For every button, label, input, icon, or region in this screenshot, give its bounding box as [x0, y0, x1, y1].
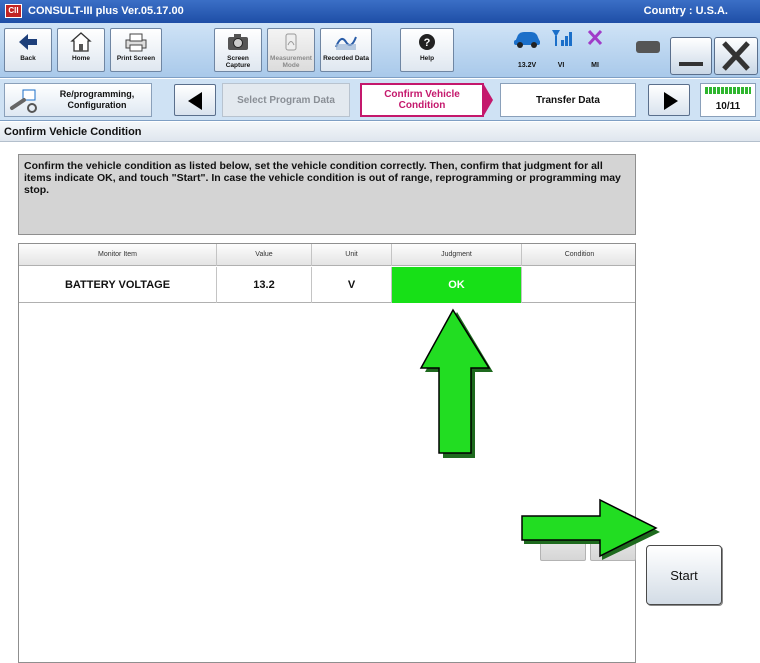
- minimize-icon: [679, 62, 703, 66]
- reprogramming-configuration-button[interactable]: Re/programming, Configuration: [4, 83, 152, 117]
- title-bar: CII CONSULT-III plus Ver.05.17.00 Countr…: [0, 0, 760, 23]
- screen-capture-button[interactable]: Screen Capture: [214, 28, 262, 72]
- signal-icon: [552, 30, 572, 46]
- step-counter: 10/11: [715, 101, 741, 112]
- vi-label: VI: [557, 62, 565, 69]
- disconnected-icon: [587, 29, 603, 46]
- column-header-value: Value: [217, 244, 312, 266]
- monitor-table: Monitor Item Value Unit Judgment Conditi…: [18, 243, 636, 663]
- app-title: CONSULT-III plus Ver.05.17.00: [28, 5, 184, 17]
- home-button-label: Home: [71, 55, 91, 62]
- step-select-program-data: Select Program Data: [222, 83, 350, 117]
- help-button-label: Help: [419, 55, 435, 62]
- measurement-mode-button[interactable]: Measurement Mode: [267, 28, 315, 72]
- home-button[interactable]: Home: [57, 28, 105, 72]
- printer-icon: [111, 29, 161, 55]
- arrow-right-icon: [664, 92, 678, 110]
- measurement-mode-label: Measurement Mode: [270, 55, 312, 69]
- car-icon: [514, 32, 540, 48]
- country-label: Country : U.S.A.: [643, 5, 728, 17]
- page-title: Confirm Vehicle Condition: [0, 122, 760, 142]
- step-progress-indicator: 10/11: [700, 83, 756, 117]
- cell-monitor-item: BATTERY VOLTAGE: [19, 267, 217, 303]
- toolbar: Back Home Print Screen Screen Capture Me…: [0, 23, 760, 78]
- cell-judgment-ok: OK: [392, 267, 522, 303]
- column-header-monitor-item: Monitor Item: [19, 244, 217, 266]
- close-icon: [722, 41, 750, 71]
- step-transfer-data: Transfer Data: [500, 83, 636, 117]
- recorded-data-button[interactable]: Recorded Data: [320, 28, 372, 72]
- wrench-icon: [10, 89, 37, 113]
- close-button[interactable]: [714, 37, 758, 75]
- battery-voltage-status: 13.2V: [517, 62, 537, 69]
- progress-bars: [705, 87, 751, 94]
- print-screen-button[interactable]: Print Screen: [110, 28, 162, 72]
- cell-value: 13.2: [217, 267, 312, 303]
- step-navigation-bar: Re/programming, Configuration Select Pro…: [0, 79, 760, 121]
- page-down-button[interactable]: [590, 523, 636, 561]
- back-button-label: Back: [20, 55, 36, 62]
- svg-text:?: ?: [424, 37, 431, 49]
- back-button[interactable]: Back: [4, 28, 52, 72]
- help-button[interactable]: ? Help: [400, 28, 454, 72]
- cell-condition: [522, 267, 637, 303]
- print-screen-label: Print Screen: [116, 55, 156, 62]
- recorded-data-label: Recorded Data: [323, 55, 369, 62]
- instruction-text: Confirm the vehicle condition as listed …: [18, 154, 636, 235]
- battery-icon: [636, 41, 660, 53]
- column-header-unit: Unit: [312, 244, 392, 266]
- vehicle-status: 13.2V: [512, 27, 542, 73]
- camera-icon: [215, 29, 261, 55]
- table-header-row: Monitor Item Value Unit Judgment Conditi…: [19, 244, 635, 266]
- home-icon: [58, 29, 104, 55]
- screen-capture-label: Screen Capture: [225, 55, 251, 69]
- status-area: 13.2V VI MI: [512, 27, 626, 73]
- help-icon: ?: [401, 29, 453, 55]
- minimize-button[interactable]: [670, 37, 712, 75]
- recorded-data-icon: [321, 29, 371, 55]
- step-confirm-vehicle-condition: Confirm Vehicle Condition: [360, 83, 484, 117]
- column-header-judgment: Judgment: [392, 244, 522, 266]
- measurement-icon: [268, 29, 314, 55]
- previous-step-button[interactable]: [174, 84, 216, 116]
- cell-unit: V: [312, 267, 392, 303]
- current-step-pointer: [483, 83, 493, 117]
- reprogramming-configuration-label: Re/programming, Configuration: [59, 89, 135, 110]
- page-up-button[interactable]: [540, 523, 586, 561]
- main-content: Confirm the vehicle condition as listed …: [0, 143, 760, 663]
- vi-status: VI: [546, 27, 576, 73]
- start-button[interactable]: Start: [646, 545, 722, 605]
- arrow-left-icon: [188, 92, 202, 110]
- mi-label: MI: [591, 62, 599, 69]
- app-logo-icon: CII: [5, 4, 22, 18]
- mi-status: MI: [580, 27, 610, 73]
- back-arrow-icon: [5, 29, 51, 55]
- column-header-condition: Condition: [564, 251, 595, 258]
- table-row: BATTERY VOLTAGE 13.2 V OK: [19, 267, 635, 303]
- next-step-button[interactable]: [648, 84, 690, 116]
